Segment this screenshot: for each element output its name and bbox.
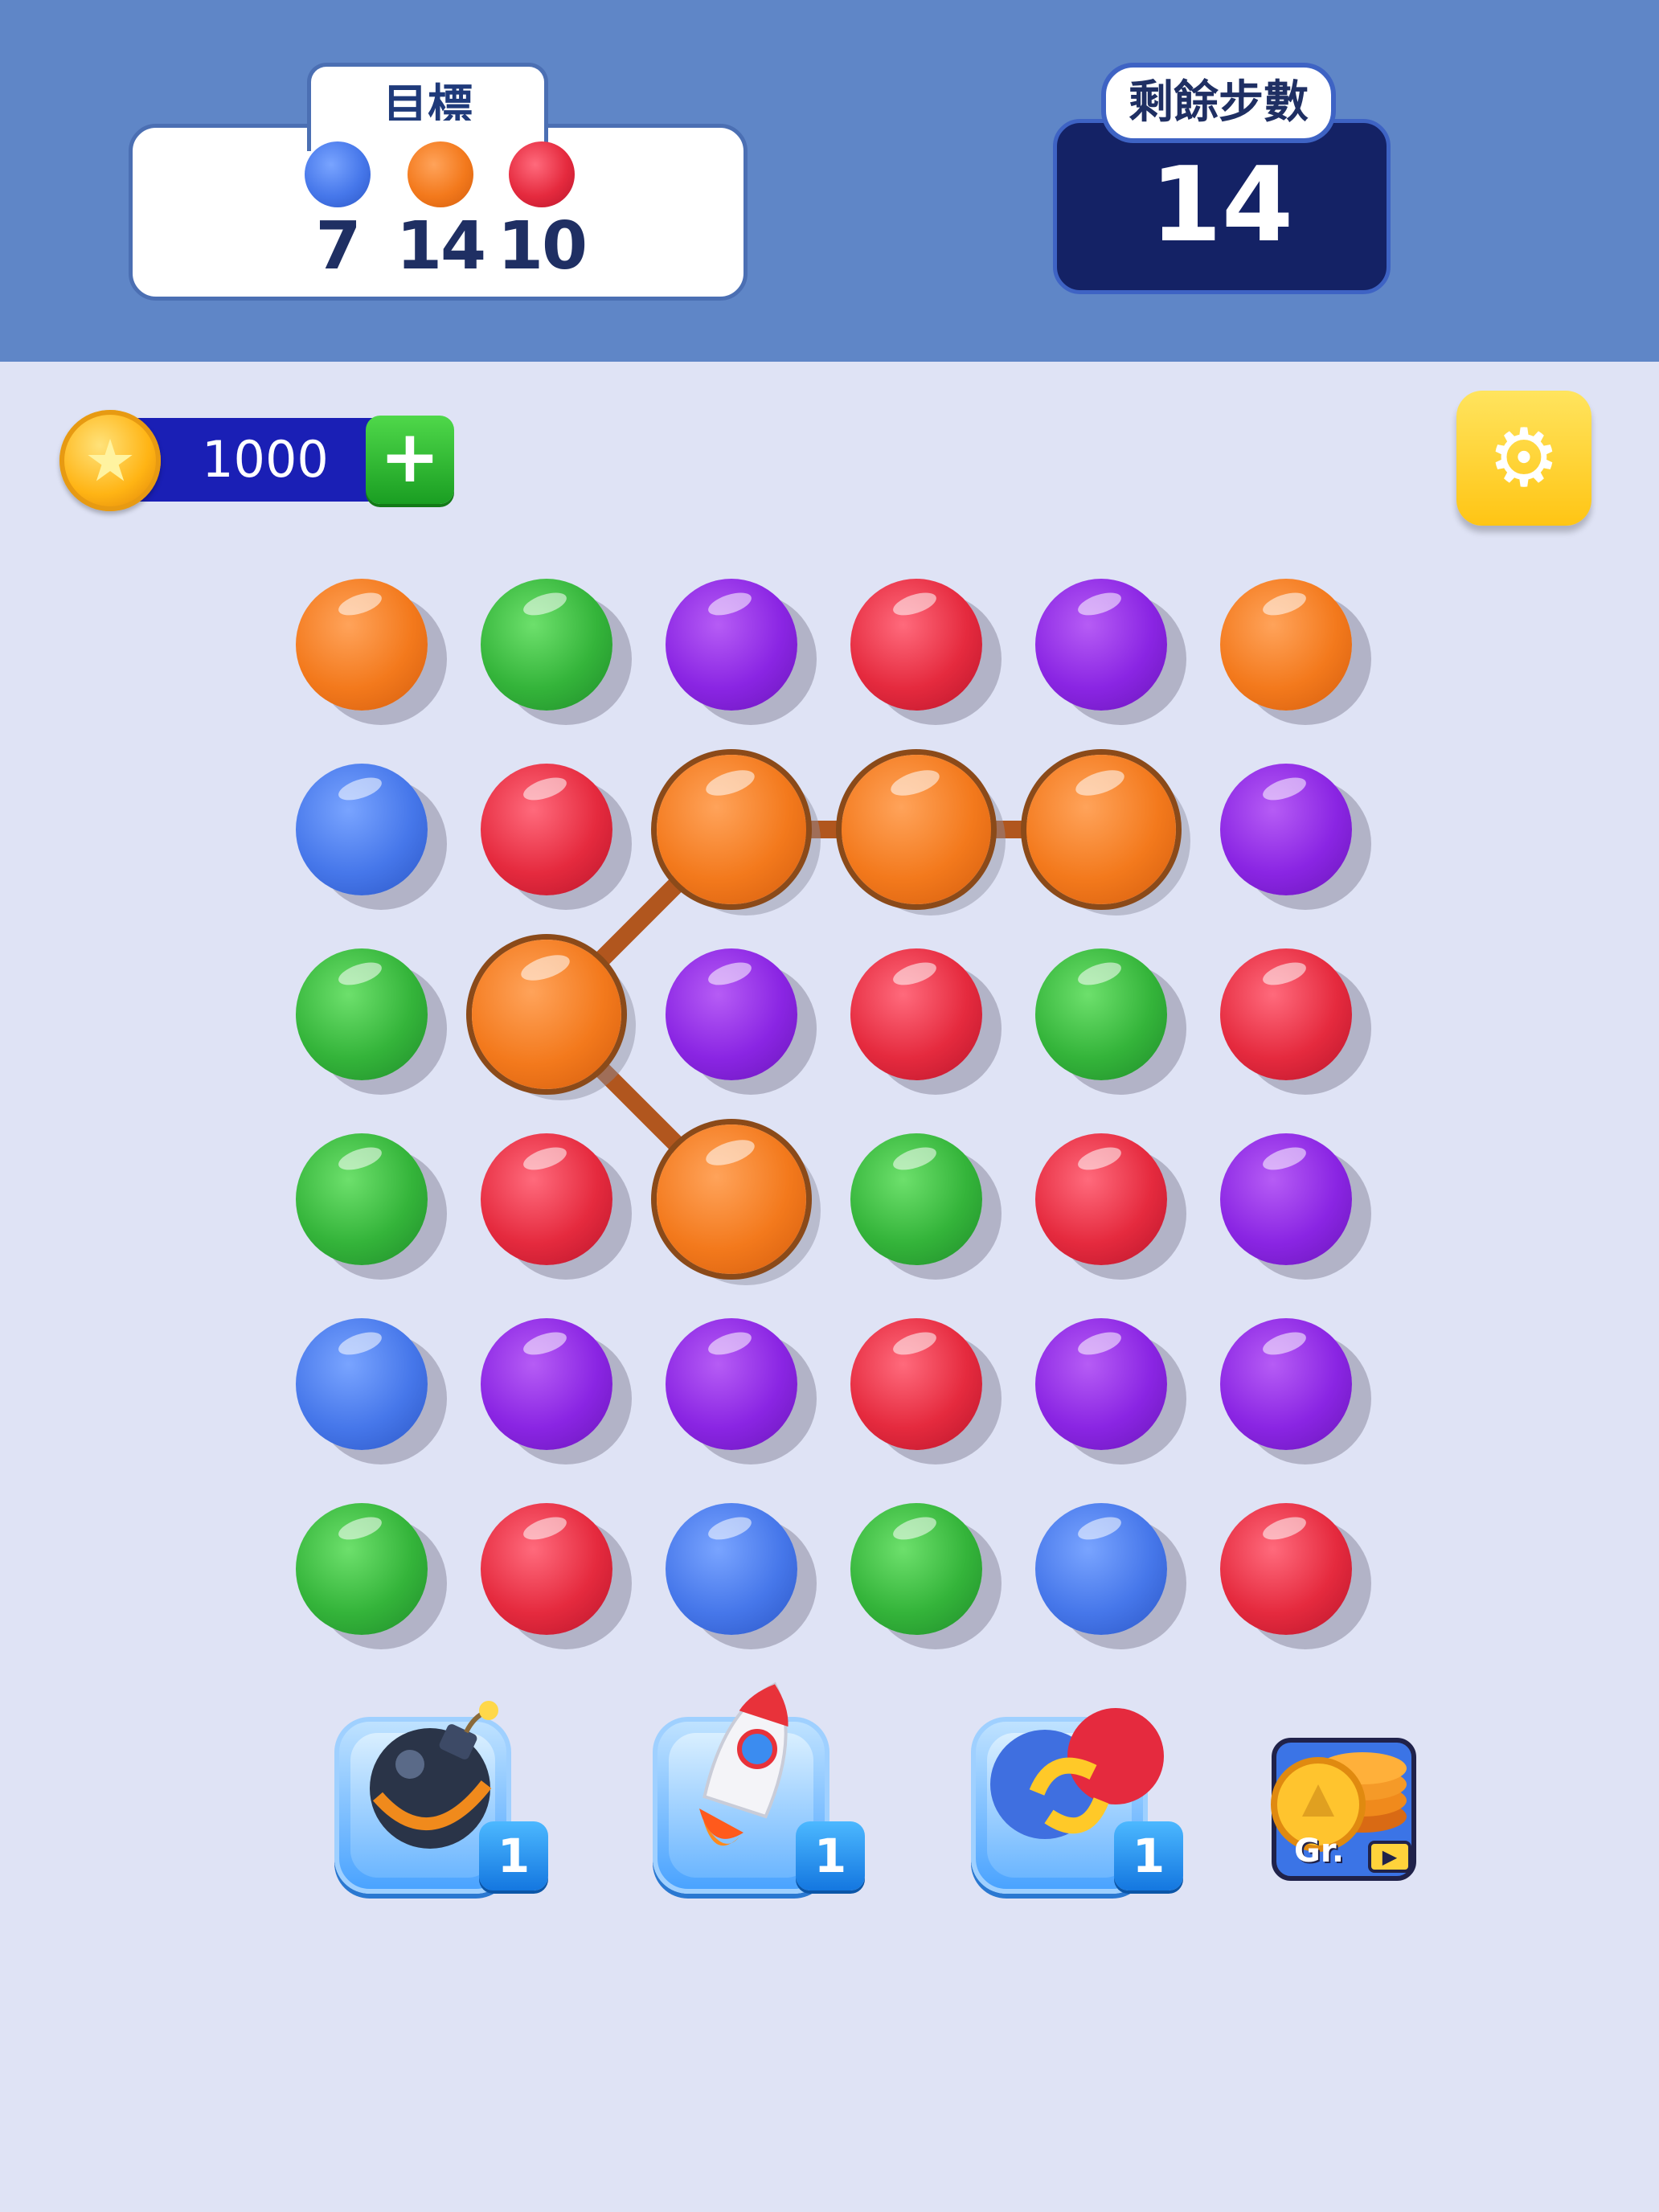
red-ball[interactable]	[850, 579, 982, 711]
video-booster-label: Gr.	[1294, 1833, 1345, 1870]
swap-booster-count: 1	[1114, 1821, 1183, 1890]
blue-ball[interactable]	[296, 764, 428, 895]
orange-ball[interactable]	[1026, 755, 1176, 904]
bomb-booster-count: 1	[479, 1821, 548, 1890]
red-ball[interactable]	[1220, 948, 1352, 1080]
purple-ball[interactable]	[1035, 1318, 1167, 1450]
orange-ball[interactable]	[296, 579, 428, 711]
blue-ball[interactable]	[666, 1503, 797, 1635]
green-ball[interactable]	[296, 948, 428, 1080]
purple-ball[interactable]	[666, 579, 797, 711]
orange-ball[interactable]	[472, 940, 621, 1089]
purple-ball[interactable]	[666, 1318, 797, 1450]
red-ball[interactable]	[481, 1133, 612, 1265]
blue-ball[interactable]	[1035, 1503, 1167, 1635]
blue-ball[interactable]	[296, 1318, 428, 1450]
rocket-booster-count: 1	[796, 1821, 865, 1890]
red-ball[interactable]	[850, 1318, 982, 1450]
green-ball[interactable]	[296, 1503, 428, 1635]
play-video-icon: ▶	[1368, 1841, 1411, 1873]
green-ball[interactable]	[296, 1133, 428, 1265]
green-ball[interactable]	[1035, 948, 1167, 1080]
green-ball[interactable]	[850, 1503, 982, 1635]
red-ball[interactable]	[481, 1503, 612, 1635]
purple-ball[interactable]	[1220, 1133, 1352, 1265]
green-ball[interactable]	[481, 579, 612, 711]
selection-path-line	[538, 821, 1110, 1208]
purple-ball[interactable]	[666, 948, 797, 1080]
red-ball[interactable]	[850, 948, 982, 1080]
red-ball[interactable]	[481, 764, 612, 895]
orange-ball[interactable]	[842, 755, 991, 904]
purple-ball[interactable]	[1220, 1318, 1352, 1450]
red-ball[interactable]	[1220, 1503, 1352, 1635]
green-ball[interactable]	[850, 1133, 982, 1265]
orange-ball[interactable]	[657, 755, 806, 904]
orange-ball[interactable]	[1220, 579, 1352, 711]
purple-ball[interactable]	[1220, 764, 1352, 895]
red-ball[interactable]	[1035, 1133, 1167, 1265]
orange-ball[interactable]	[657, 1124, 806, 1274]
purple-ball[interactable]	[481, 1318, 612, 1450]
purple-ball[interactable]	[1035, 579, 1167, 711]
